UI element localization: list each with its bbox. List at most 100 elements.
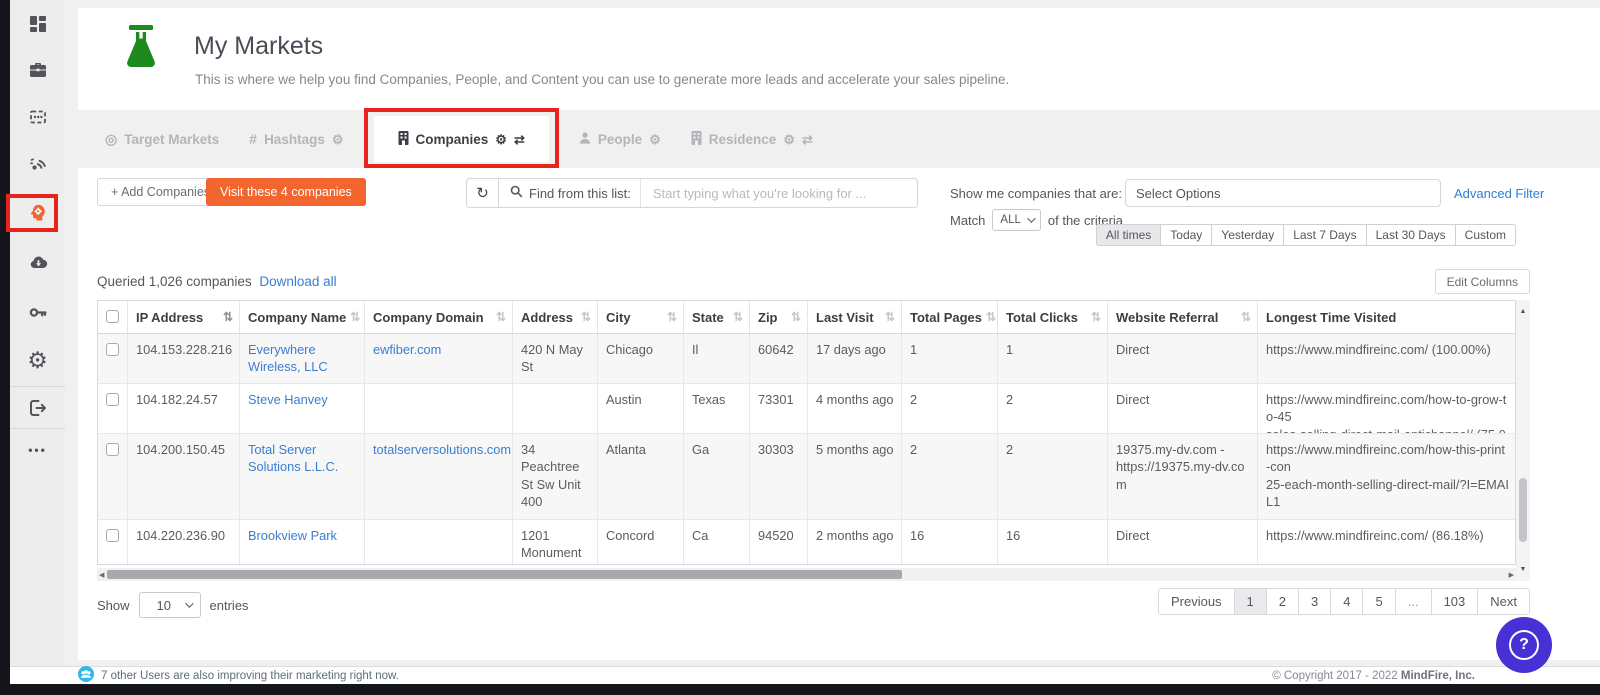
- column-header-total_pages[interactable]: Total Pages ⇅: [902, 301, 998, 333]
- tab-people[interactable]: People ⚙: [579, 110, 661, 168]
- column-header-label: Longest Time Visited: [1266, 309, 1397, 325]
- cell-company_name-value[interactable]: Total Server Solutions L.L.C.: [248, 442, 338, 474]
- key-icon[interactable]: [10, 300, 65, 324]
- row-checkbox[interactable]: [106, 343, 119, 356]
- time-filter-last-30-days[interactable]: Last 30 Days: [1365, 224, 1456, 246]
- scroll-up-icon[interactable]: ▲: [1516, 308, 1530, 315]
- sort-icon[interactable]: ⇅: [986, 310, 996, 324]
- pagination-page-2[interactable]: 2: [1265, 588, 1300, 615]
- pagination: Previous 1 2 3 4 5... 103 Next: [1157, 588, 1530, 615]
- pagination-next[interactable]: Next: [1477, 588, 1530, 615]
- pagination-page-103[interactable]: 103: [1430, 588, 1479, 615]
- broadcast-icon[interactable]: [10, 152, 65, 176]
- cloud-download-icon[interactable]: [10, 250, 65, 274]
- gear-icon[interactable]: ⚙: [495, 133, 507, 146]
- sort-icon[interactable]: ⇅: [1241, 310, 1251, 324]
- list-search-input[interactable]: [639, 179, 917, 207]
- refresh-button[interactable]: ↻: [467, 179, 499, 207]
- cell-referral: Direct: [1108, 520, 1258, 564]
- time-filter-today[interactable]: Today: [1160, 224, 1213, 246]
- cell-zip-value: 60642: [758, 342, 794, 357]
- sort-icon[interactable]: ⇅: [791, 310, 801, 324]
- vertical-scroll-thumb[interactable]: [1519, 478, 1527, 542]
- visit-companies-button[interactable]: Visit these 4 companies: [206, 178, 366, 206]
- pagination-previous[interactable]: Previous: [1157, 588, 1235, 615]
- tab-hashtags[interactable]: # Hashtags ⚙: [249, 110, 343, 168]
- sort-icon[interactable]: ⇅: [667, 310, 677, 324]
- list-search-group: ↻ Find from this list:: [466, 178, 918, 208]
- sort-icon[interactable]: ⇅: [1091, 310, 1101, 324]
- briefcase-icon[interactable]: [10, 58, 65, 82]
- pagination-page-4[interactable]: 4: [1330, 588, 1364, 615]
- time-filter-custom[interactable]: Custom: [1454, 224, 1516, 246]
- cell-domain-value[interactable]: ewfiber.com: [373, 342, 441, 357]
- left-edge-bar: [0, 0, 10, 695]
- help-button[interactable]: ?: [1496, 617, 1552, 673]
- column-header-domain[interactable]: Company Domain ⇅: [365, 301, 513, 333]
- column-header-state[interactable]: State ⇅: [684, 301, 750, 333]
- dashboard-icon[interactable]: [10, 12, 65, 36]
- sort-icon[interactable]: ⇅: [733, 310, 743, 324]
- time-filter-yesterday[interactable]: Yesterday: [1211, 224, 1285, 246]
- cell-company_name-value[interactable]: Steve Hanvey: [248, 392, 328, 407]
- horizontal-scroll-thumb[interactable]: [107, 570, 902, 579]
- row-checkbox[interactable]: [106, 393, 119, 406]
- more-icon[interactable]: •••: [10, 438, 65, 462]
- scroll-right-icon[interactable]: ▶: [1509, 571, 1514, 579]
- time-filter-last-7-days[interactable]: Last 7 Days: [1283, 224, 1367, 246]
- sort-icon[interactable]: ⇅: [885, 310, 895, 324]
- table-row: 104.220.236.90 Brookview Park 1201 Monumen…: [98, 520, 1515, 564]
- column-header-address[interactable]: Address ⇅: [513, 301, 598, 333]
- target-icon: ◎: [105, 131, 118, 147]
- settings-gear-icon[interactable]: ⚙: [10, 348, 65, 372]
- horizontal-scrollbar[interactable]: ◀ ▶: [97, 568, 1516, 581]
- cell-domain-value[interactable]: totalserversolutions.com: [373, 442, 511, 457]
- column-header-last_visit[interactable]: Last Visit ⇅: [808, 301, 902, 333]
- column-header-label: Website Referral: [1116, 309, 1219, 325]
- add-companies-button[interactable]: + Add Companies: [97, 178, 225, 206]
- criteria-select[interactable]: Select Options: [1124, 179, 1441, 207]
- sort-icon[interactable]: ⇅: [581, 310, 591, 324]
- sidebar-divider: [10, 386, 65, 387]
- tab-target-markets[interactable]: ◎ Target Markets: [105, 110, 219, 168]
- gear-icon[interactable]: ⚙: [332, 133, 344, 146]
- company-name: MindFire, Inc.: [1400, 669, 1475, 682]
- column-header-company_name[interactable]: Company Name ⇅: [240, 301, 365, 333]
- match-select[interactable]: ALL: [992, 209, 1041, 231]
- repeat-icon[interactable]: ⇄: [802, 133, 813, 146]
- column-header-zip[interactable]: Zip ⇅: [750, 301, 808, 333]
- sign-out-icon[interactable]: [10, 396, 65, 420]
- tab-companies[interactable]: Companies ⚙ ⇄: [363, 108, 559, 168]
- column-header-referral[interactable]: Website Referral ⇅: [1108, 301, 1258, 333]
- sort-icon[interactable]: ⇅: [350, 310, 360, 324]
- column-header-ip[interactable]: IP Address ⇅: [128, 301, 240, 333]
- download-all-link[interactable]: Download all: [259, 274, 336, 289]
- time-filter-all-times[interactable]: All times: [1095, 224, 1162, 246]
- chevron-down-icon: [1027, 214, 1036, 223]
- pagination-ellipsis[interactable]: ...: [1394, 588, 1432, 615]
- select-all-checkbox[interactable]: [106, 310, 119, 323]
- edit-columns-button[interactable]: Edit Columns: [1434, 269, 1530, 294]
- repeat-icon[interactable]: ⇄: [514, 133, 525, 146]
- sort-icon[interactable]: ⇅: [496, 310, 506, 324]
- cell-company_name-value[interactable]: Brookview Park: [248, 528, 337, 543]
- sidebar-annotation-red-box: [6, 194, 58, 232]
- pagination-page-5[interactable]: 5: [1362, 588, 1396, 615]
- column-header-city[interactable]: City ⇅: [598, 301, 684, 333]
- advanced-filter-link[interactable]: Advanced Filter: [1454, 186, 1544, 201]
- gear-icon[interactable]: ⚙: [783, 133, 795, 146]
- row-checkbox[interactable]: [106, 443, 119, 456]
- pagination-page-3[interactable]: 3: [1298, 588, 1332, 615]
- vertical-scrollbar[interactable]: ▲ ▼: [1516, 300, 1530, 581]
- column-header-total_clicks[interactable]: Total Clicks ⇅: [998, 301, 1108, 333]
- scroll-down-icon[interactable]: ▼: [1516, 566, 1530, 573]
- entries-per-page-select[interactable]: 10: [138, 592, 201, 618]
- image-icon[interactable]: [10, 105, 65, 129]
- tab-residence[interactable]: Residence ⚙ ⇄: [691, 110, 813, 168]
- sort-icon[interactable]: ⇅: [223, 310, 233, 324]
- row-checkbox[interactable]: [106, 529, 119, 542]
- pagination-page-1[interactable]: 1: [1233, 588, 1267, 615]
- cell-company_name-value[interactable]: Everywhere Wireless, LLC: [248, 342, 328, 374]
- scroll-left-icon[interactable]: ◀: [99, 571, 104, 579]
- gear-icon[interactable]: ⚙: [649, 133, 661, 146]
